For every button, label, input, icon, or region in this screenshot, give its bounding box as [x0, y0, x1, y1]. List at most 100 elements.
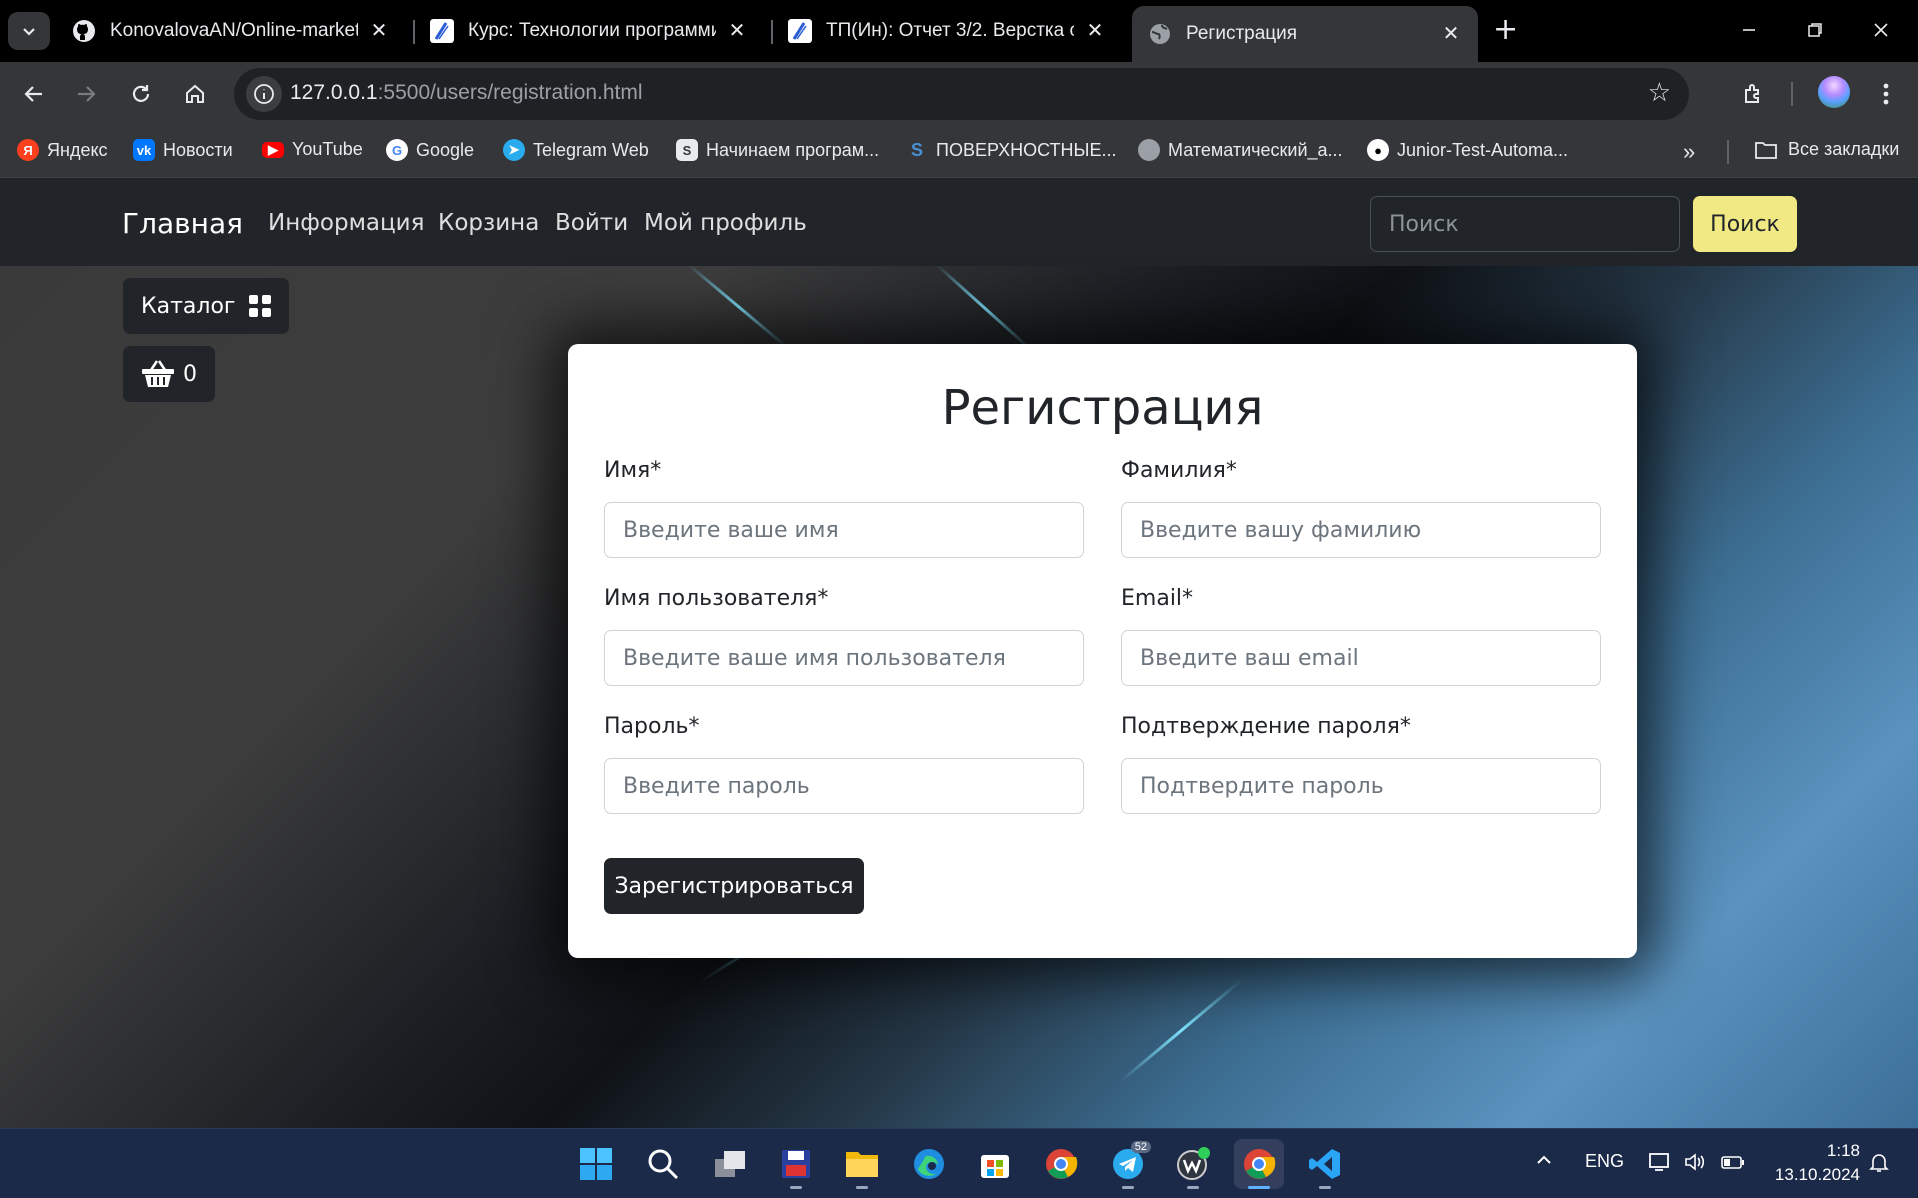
start-button[interactable] — [571, 1139, 621, 1189]
taskbar-app-telegram[interactable]: 52 — [1103, 1139, 1153, 1189]
folder-icon — [1755, 141, 1777, 159]
address-bar[interactable]: 127.0.0.1:5500/users/registration.html ☆ — [234, 68, 1689, 120]
bookmark-yandex[interactable]: Я Яндекс — [17, 139, 108, 161]
last-name-input[interactable] — [1121, 502, 1601, 558]
bookmark-stepik[interactable]: S Начинаем програм... — [676, 139, 879, 161]
system-clock[interactable]: 1:18 13.10.2024 — [1750, 1139, 1860, 1187]
basket-icon — [142, 360, 174, 387]
username-input[interactable] — [604, 630, 1084, 686]
close-window-button[interactable] — [1861, 12, 1901, 48]
arrow-right-icon — [78, 86, 96, 102]
bookmark-telegram[interactable]: ➤ Telegram Web — [503, 139, 649, 161]
taskbar: 52 ENG 1:18 13.10.2024 — [0, 1128, 1918, 1198]
youtube-icon: ▶ — [262, 141, 284, 158]
all-bookmarks-button[interactable]: Все закладки — [1754, 139, 1899, 160]
close-icon[interactable]: ✕ — [726, 20, 748, 42]
tab-title: KonovalovaAN/Online-market — [110, 20, 358, 41]
search-input[interactable] — [1370, 196, 1680, 252]
taskbar-app-save[interactable] — [771, 1139, 821, 1189]
bookmark-star-icon[interactable]: ☆ — [1648, 78, 1671, 108]
taskbar-app-chrome-active[interactable] — [1234, 1139, 1284, 1189]
battery-icon[interactable] — [1720, 1151, 1746, 1178]
chevron-double-right-icon: » — [1683, 139, 1696, 164]
close-icon[interactable]: ✕ — [1440, 23, 1462, 45]
password-input[interactable] — [604, 758, 1084, 814]
taskbar-search-button[interactable] — [638, 1139, 688, 1189]
tab-moodle-report[interactable]: ТП(Ин): Отчет 3/2. Верстка стр ✕ — [772, 6, 1122, 56]
task-view-button[interactable] — [705, 1139, 755, 1189]
nav-link-profile[interactable]: Мой профиль — [644, 210, 807, 236]
background-stripe — [688, 264, 790, 350]
toolbar-separator — [1791, 82, 1793, 106]
more-vertical-icon — [1883, 83, 1889, 105]
first-name-input[interactable] — [604, 502, 1084, 558]
confirm-password-input[interactable] — [1121, 758, 1601, 814]
back-button[interactable] — [14, 74, 54, 114]
clock-date: 13.10.2024 — [1774, 1165, 1860, 1184]
network-icon[interactable] — [1648, 1151, 1672, 1178]
taskbar-app-chrome[interactable] — [1036, 1139, 1086, 1189]
home-button[interactable] — [175, 74, 215, 114]
brand-link[interactable]: Главная — [122, 207, 243, 240]
bookmark-google[interactable]: G Google — [386, 139, 474, 161]
reload-icon — [132, 85, 150, 102]
restore-button[interactable] — [1795, 12, 1835, 48]
show-hidden-icons-button[interactable] — [1535, 1151, 1553, 1174]
profile-avatar[interactable] — [1818, 76, 1850, 108]
extensions-button[interactable] — [1734, 74, 1774, 114]
taskbar-app-vscode[interactable] — [1300, 1139, 1350, 1189]
search-icon — [648, 1149, 679, 1180]
search-button[interactable]: Поиск — [1693, 196, 1797, 252]
language-indicator[interactable]: ENG — [1585, 1151, 1624, 1172]
menu-button[interactable] — [1866, 74, 1906, 114]
minimize-button[interactable] — [1729, 12, 1769, 48]
tab-search-button[interactable] — [8, 12, 50, 50]
arrow-left-icon — [24, 86, 42, 102]
close-icon — [1874, 23, 1888, 37]
background-stripe — [1120, 977, 1245, 1083]
save-icon — [782, 1150, 810, 1178]
bookmark-label: Google — [416, 139, 475, 160]
bookmark-novosti[interactable]: vk Новости — [133, 139, 233, 161]
close-icon[interactable]: ✕ — [368, 20, 390, 42]
restore-icon — [1808, 23, 1822, 37]
url-text[interactable]: 127.0.0.1:5500/users/registration.html — [290, 81, 643, 105]
chevron-up-icon — [1537, 1155, 1551, 1164]
taskbar-app-store[interactable] — [970, 1139, 1020, 1189]
close-icon[interactable]: ✕ — [1084, 20, 1106, 42]
browser-toolbar: 127.0.0.1:5500/users/registration.html ☆ — [0, 62, 1918, 126]
password-label: Пароль* — [604, 714, 700, 739]
home-icon — [186, 84, 204, 103]
new-tab-button[interactable]: + — [1493, 14, 1518, 46]
tab-github[interactable]: KonovalovaAN/Online-market ✕ — [56, 6, 406, 56]
taskbar-app-explorer[interactable] — [837, 1139, 887, 1189]
taskbar-app-wps[interactable] — [1168, 1139, 1218, 1189]
reload-button[interactable] — [121, 74, 161, 114]
bookmark-surface[interactable]: S ПОВЕРХНОСТНЫЕ... — [906, 139, 1117, 161]
bookmark-label: Новости — [163, 139, 233, 160]
tab-moodle-course[interactable]: Курс: Технологии программир ✕ — [414, 6, 764, 56]
nav-link-login[interactable]: Войти — [555, 210, 628, 236]
volume-icon[interactable] — [1683, 1151, 1707, 1178]
s-icon: S — [910, 139, 923, 160]
bookmark-math[interactable]: Математический_а... — [1138, 139, 1343, 161]
grid-icon — [249, 295, 272, 317]
username-label: Имя пользователя* — [604, 586, 829, 611]
catalog-button[interactable]: Каталог — [123, 278, 290, 334]
email-input[interactable] — [1121, 630, 1601, 686]
cart-button[interactable]: 0 — [123, 346, 215, 402]
site-info-icon[interactable] — [246, 76, 282, 112]
more-bookmarks-button[interactable]: » — [1683, 139, 1695, 165]
globe-icon — [1150, 24, 1170, 44]
notifications-icon[interactable] — [1868, 1151, 1890, 1178]
bookmark-youtube[interactable]: ▶ YouTube — [262, 139, 363, 160]
register-button[interactable]: Зарегистрироваться — [604, 858, 864, 914]
bookmark-junior-test[interactable]: ● Junior-Test-Automa... — [1367, 139, 1568, 161]
taskbar-app-edge[interactable] — [904, 1139, 954, 1189]
tab-registration[interactable]: Регистрация ✕ — [1132, 6, 1478, 62]
nav-link-info[interactable]: Информация — [268, 210, 424, 236]
email-label: Email* — [1121, 586, 1194, 611]
nav-link-cart[interactable]: Корзина — [438, 210, 539, 236]
forward-button[interactable] — [66, 74, 106, 114]
all-bookmarks-label: Все закладки — [1788, 139, 1900, 159]
